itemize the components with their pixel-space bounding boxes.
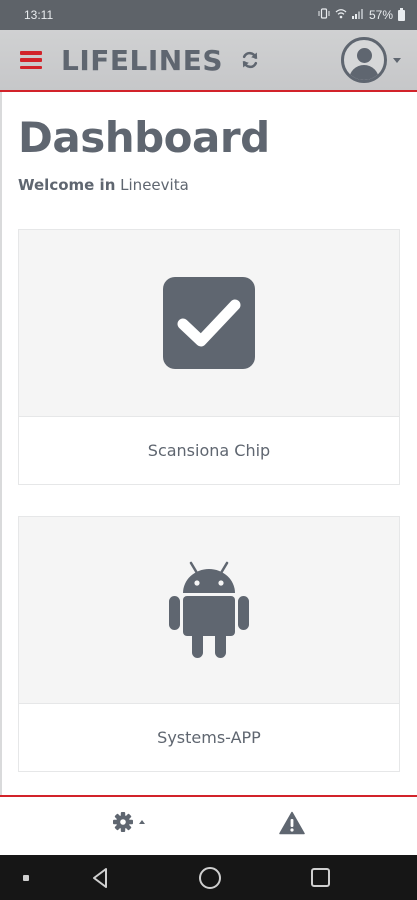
welcome-message: Welcome in Lineevita — [18, 176, 401, 194]
app-title: LIFELINES — [61, 43, 223, 77]
main-content: Dashboard Welcome in Lineevita Scansiona… — [0, 94, 417, 794]
hamburger-icon[interactable] — [20, 51, 42, 69]
welcome-label: Welcome in — [18, 176, 116, 194]
card-image-area — [19, 230, 399, 416]
battery-percent: 57% — [368, 8, 393, 22]
page-title: Dashboard — [18, 113, 270, 162]
vibrate-icon — [318, 8, 330, 22]
alert-button[interactable] — [279, 811, 305, 835]
settings-button[interactable] — [112, 811, 145, 833]
chevron-up-icon — [139, 820, 145, 824]
status-bar: 13:11 57% — [0, 0, 417, 30]
scan-chip-label: Scansiona Chip — [19, 416, 399, 484]
footer-toolbar — [0, 795, 417, 855]
user-menu-button[interactable] — [341, 37, 401, 83]
card-image-area — [19, 517, 399, 703]
user-circle-icon — [341, 37, 387, 83]
gear-icon — [113, 812, 133, 832]
android-icon — [169, 561, 249, 658]
signal-icon — [351, 8, 364, 22]
wifi-icon — [335, 8, 347, 22]
systems-app-label: Systems-APP — [19, 703, 399, 771]
app-header: LIFELINES — [0, 30, 417, 92]
checkbox-checked-icon — [163, 277, 255, 369]
refresh-icon[interactable] — [239, 49, 261, 71]
chevron-down-icon — [393, 57, 401, 63]
status-icons: 57% — [318, 7, 405, 22]
home-button[interactable] — [199, 867, 221, 889]
warning-icon — [279, 811, 305, 835]
recents-button[interactable] — [311, 868, 330, 887]
welcome-user-name: Lineevita — [120, 176, 189, 194]
status-time: 13:11 — [24, 8, 54, 22]
battery-icon — [398, 7, 405, 21]
systems-app-card[interactable]: Systems-APP — [18, 516, 400, 772]
scan-chip-card[interactable]: Scansiona Chip — [18, 229, 400, 485]
menu-dot-button[interactable] — [23, 875, 29, 881]
android-nav-bar — [0, 855, 417, 900]
back-button[interactable] — [90, 867, 110, 889]
